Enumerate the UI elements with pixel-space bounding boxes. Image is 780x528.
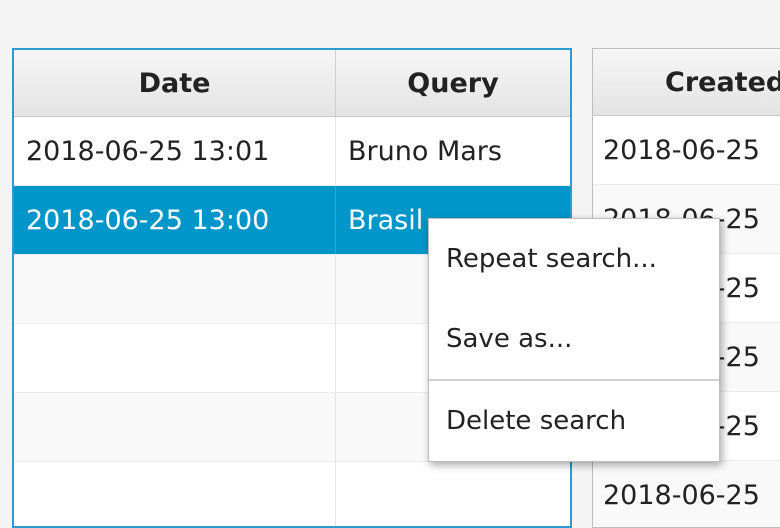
column-header-query[interactable]: Query xyxy=(336,50,570,116)
date-cell: 2018-06-25 13:00 xyxy=(14,186,336,254)
query-cell: Bruno Mars xyxy=(348,135,502,167)
date-cell xyxy=(14,255,336,323)
toolbar-area xyxy=(0,0,780,40)
repeat-search-menu-item[interactable]: Repeat search... xyxy=(429,219,719,299)
save-as-menu-item[interactable]: Save as... xyxy=(429,299,719,379)
date-cell xyxy=(14,393,336,461)
query-cell xyxy=(336,462,570,526)
table-row[interactable]: 2018-06-25 13:01 Bruno Mars xyxy=(14,117,570,186)
table-header: Date Query xyxy=(14,50,570,117)
table-row[interactable] xyxy=(14,462,570,526)
column-header-created[interactable]: Created xyxy=(593,49,780,115)
date-cell xyxy=(14,324,336,392)
column-header-date[interactable]: Date xyxy=(14,50,336,116)
table-header: Created xyxy=(593,49,780,116)
table-row[interactable]: 2018-06-25 xyxy=(593,116,780,185)
created-cell: 2018-06-25 xyxy=(603,134,760,166)
table-row[interactable]: 2018-06-25 xyxy=(593,461,780,527)
date-cell xyxy=(14,462,336,526)
date-cell: 2018-06-25 13:01 xyxy=(14,117,336,185)
delete-search-menu-item[interactable]: Delete search xyxy=(429,381,719,461)
created-cell: 2018-06-25 xyxy=(603,479,760,511)
context-menu: Repeat search... Save as... Delete searc… xyxy=(428,218,720,462)
